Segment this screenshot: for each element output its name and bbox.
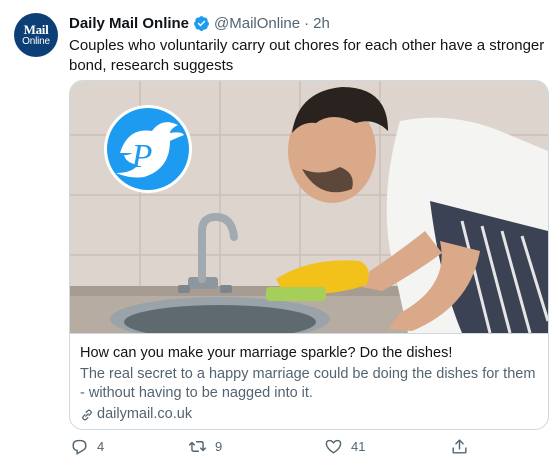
reply-icon	[72, 439, 87, 455]
card-domain-text[interactable]: dailymail.co.uk	[97, 405, 192, 424]
retweet-button[interactable]: 9	[188, 434, 222, 458]
handle[interactable]: @MailOnline	[214, 15, 300, 32]
card-image[interactable]: P	[70, 81, 548, 333]
reply-button[interactable]: 4	[70, 434, 104, 458]
like-icon	[325, 439, 342, 454]
reply-count: 4	[97, 438, 105, 454]
tweet-text: Couples who voluntarily carry out chores…	[69, 37, 545, 74]
avatar-logo-line1: Mail	[23, 21, 49, 37]
card-domain[interactable]: dailymail.co.uk	[80, 405, 536, 424]
watermark-letter: P	[131, 138, 153, 175]
share-button[interactable]	[450, 434, 469, 458]
action-bar: 4 9 41	[62, 434, 482, 458]
like-button[interactable]: 41	[324, 434, 365, 458]
avatar-logo-line2: Online	[22, 35, 50, 47]
retweet-count: 9	[215, 438, 223, 454]
avatar[interactable]: Mail Online	[14, 13, 58, 57]
card-description: The real secret to a happy marriage coul…	[80, 366, 536, 401]
card-title[interactable]: How can you make your marriage sparkle? …	[80, 344, 536, 363]
timestamp[interactable]: 2h	[313, 15, 330, 32]
like-count: 41	[351, 438, 366, 454]
link-icon	[82, 409, 92, 420]
separator-dot: ·	[304, 14, 310, 32]
verified-icon	[194, 15, 209, 31]
share-icon	[452, 438, 467, 454]
tweet[interactable]: Mail Online Daily Mail Online @MailOnlin…	[0, 0, 560, 467]
tweet-header: Daily Mail Online @MailOnline · 2h	[69, 12, 330, 34]
card-body[interactable]: How can you make your marriage sparkle? …	[70, 333, 548, 429]
link-card[interactable]: P How can you make your marriage sparkle…	[69, 80, 549, 430]
display-name[interactable]: Daily Mail Online	[69, 15, 189, 32]
retweet-icon	[188, 440, 207, 452]
